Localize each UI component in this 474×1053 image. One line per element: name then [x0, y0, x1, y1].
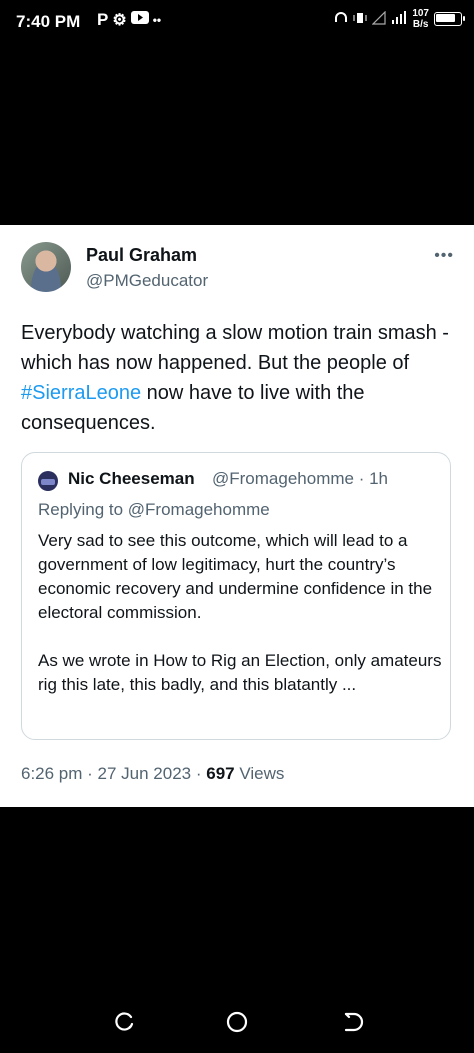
tweet-text: Everybody watching a slow motion train s…	[21, 318, 451, 438]
quoted-author-avatar	[38, 471, 58, 491]
views-count: 697	[206, 764, 235, 783]
network-speed: 107 B/s	[412, 8, 429, 30]
back-icon[interactable]	[341, 1010, 365, 1034]
battery-icon	[434, 12, 465, 26]
dots-icon: ••	[152, 13, 162, 27]
quoted-text: Very sad to see this outcome, which will…	[38, 529, 442, 721]
quoted-tweet[interactable]: Nic Cheeseman @Fromagehomme · 1h Replyin…	[21, 452, 451, 740]
gear-icon: ⚙	[112, 12, 127, 29]
status-bar: 7:40 PM P ⚙ •• 107 B/s	[0, 0, 474, 44]
notification-icons: P ⚙ ••	[97, 10, 161, 30]
signal-icon	[391, 10, 407, 28]
more-options-icon[interactable]: •••	[434, 247, 454, 265]
author-name[interactable]: Paul Graham	[86, 245, 197, 266]
author-avatar[interactable]	[21, 242, 71, 292]
quoted-author-meta: @Fromagehomme · 1h	[212, 469, 388, 488]
quoted-paragraph-1: Very sad to see this outcome, which will…	[38, 531, 433, 622]
tweet-text-before: Everybody watching a slow motion train s…	[21, 322, 449, 374]
views-label: Views	[234, 764, 285, 783]
status-time: 7:40 PM	[16, 12, 81, 31]
hashtag-link[interactable]: #SierraLeone	[21, 382, 141, 404]
signal-empty-icon	[371, 10, 386, 28]
youtube-icon	[130, 11, 149, 29]
p-icon: P	[97, 10, 109, 29]
home-icon[interactable]	[225, 1010, 249, 1034]
net-speed-value: 107	[412, 8, 429, 19]
tweet-timestamp: 6:26 pm · 27 Jun 2023 ·	[21, 764, 207, 783]
net-speed-unit: B/s	[412, 19, 429, 30]
quoted-paragraph-2: As we wrote in How to Rig an Election, o…	[38, 651, 442, 694]
replying-to: Replying to @Fromagehomme	[38, 500, 270, 519]
author-handle[interactable]: @PMGeducator	[86, 271, 208, 291]
battery-fill	[436, 14, 455, 22]
tweet-footer: 6:26 pm · 27 Jun 2023 · 697 Views	[21, 764, 284, 784]
headphone-icon	[334, 11, 348, 28]
system-icons: 107 B/s	[334, 8, 465, 30]
vibrate-icon	[353, 11, 367, 28]
navigation-bar	[0, 990, 474, 1053]
tweet-card: Paul Graham @PMGeducator ••• Everybody w…	[0, 225, 474, 807]
recents-icon[interactable]	[113, 1010, 137, 1034]
quoted-author-name: Nic Cheeseman	[68, 469, 195, 488]
